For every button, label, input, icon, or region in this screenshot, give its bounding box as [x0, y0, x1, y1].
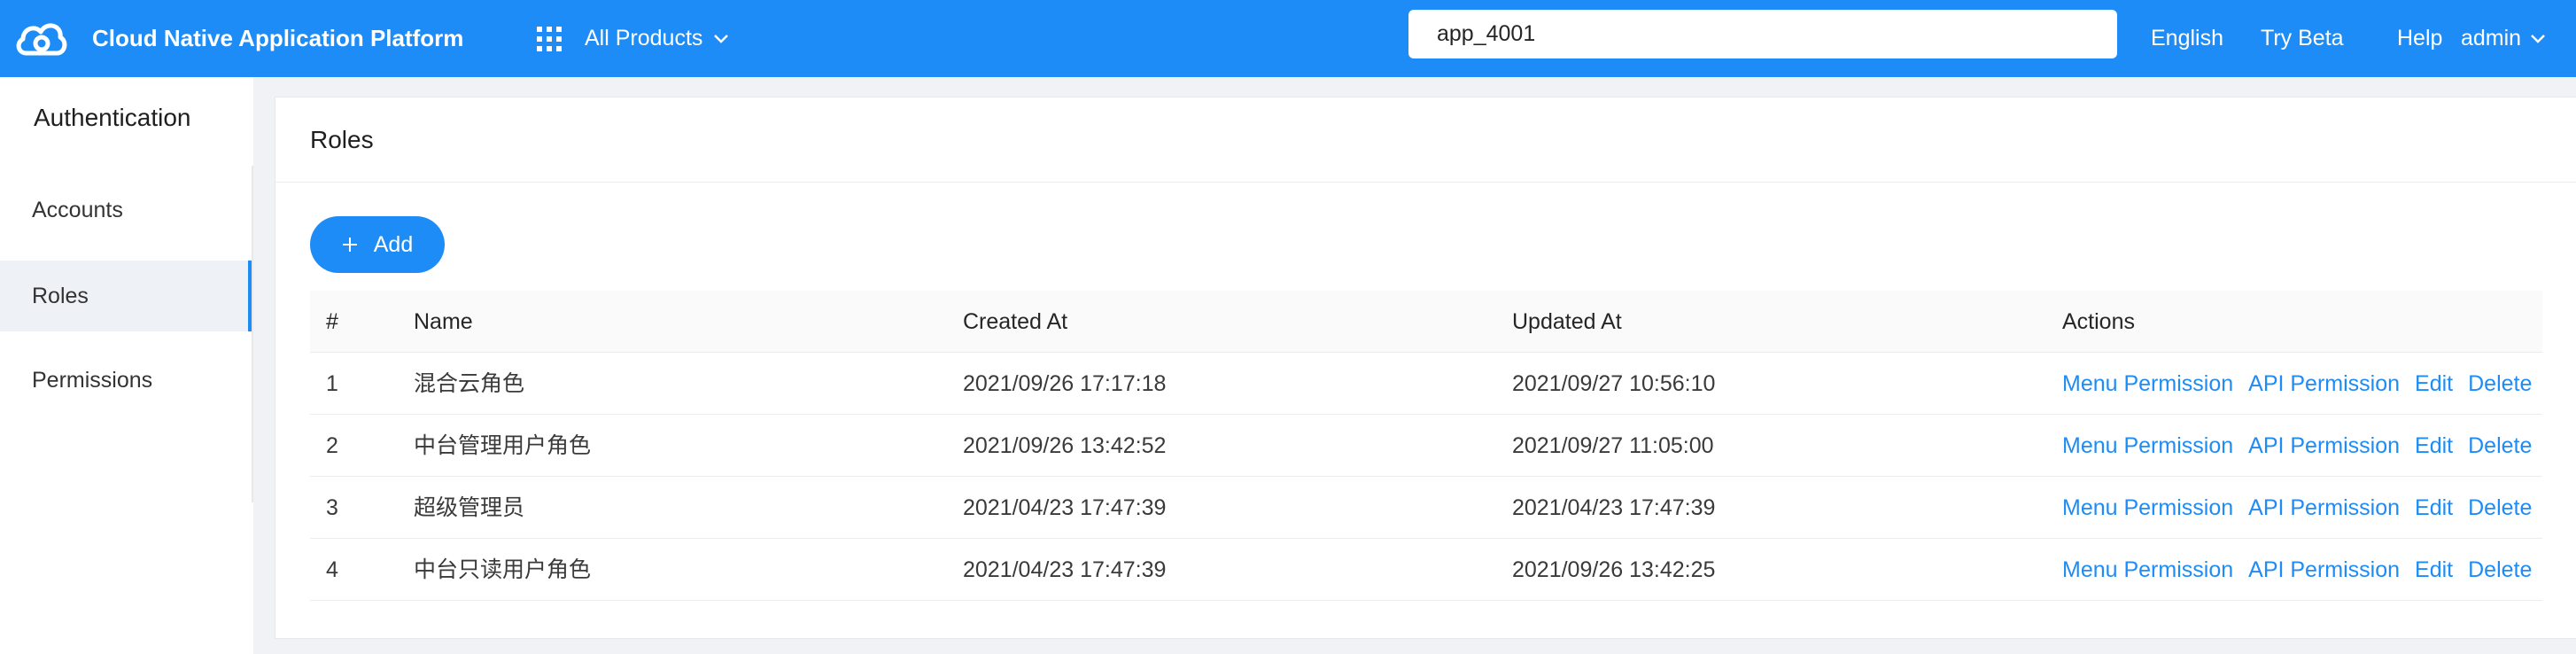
row-index: 2 — [326, 433, 338, 458]
sidebar-item-permissions[interactable]: Permissions — [0, 345, 253, 416]
updated-at: 2021/04/23 17:47:39 — [1512, 495, 1716, 520]
menu-permission-link[interactable]: Menu Permission — [2062, 557, 2233, 582]
role-name: 中台只读用户角色 — [414, 557, 592, 582]
column-header-created-at: Created At — [963, 309, 1068, 334]
row-actions: Menu Permission API Permission Edit Delete — [2062, 415, 2547, 477]
app-title[interactable]: Cloud Native Application Platform — [92, 0, 463, 77]
search-input[interactable] — [1408, 10, 2117, 58]
updated-at: 2021/09/27 11:05:00 — [1512, 433, 1714, 458]
menu-permission-link[interactable]: Menu Permission — [2062, 433, 2233, 458]
updated-at: 2021/09/26 13:42:25 — [1512, 557, 1716, 582]
column-header-actions: Actions — [2062, 309, 2135, 334]
all-products-label: All Products — [585, 26, 703, 51]
role-name: 中台管理用户角色 — [414, 433, 592, 458]
row-actions: Menu Permission API Permission Edit Delete — [2062, 477, 2547, 539]
sidebar-item-roles[interactable]: Roles — [0, 261, 253, 331]
chevron-down-icon — [2531, 34, 2545, 43]
row-index: 3 — [326, 495, 338, 520]
delete-link[interactable]: Delete — [2468, 495, 2532, 520]
grid-icon — [537, 26, 562, 51]
table-row: 2 中台管理用户角色 2021/09/26 13:42:52 2021/09/2… — [310, 415, 2542, 477]
api-permission-link[interactable]: API Permission — [2248, 557, 2400, 582]
api-permission-link[interactable]: API Permission — [2248, 433, 2400, 458]
api-permission-link[interactable]: API Permission — [2248, 495, 2400, 520]
sidebar: Authentication Accounts Roles Permission… — [0, 77, 253, 654]
language-link[interactable]: English — [2151, 0, 2223, 77]
sidebar-title: Authentication — [34, 104, 191, 131]
table-row: 3 超级管理员 2021/04/23 17:47:39 2021/04/23 1… — [310, 477, 2542, 539]
delete-link[interactable]: Delete — [2468, 433, 2532, 458]
roles-table: # Name Created At Updated At Actions 1 混… — [310, 291, 2542, 601]
row-actions: Menu Permission API Permission Edit Delete — [2062, 539, 2547, 601]
add-role-button[interactable]: Add — [310, 216, 445, 273]
column-header-name: Name — [414, 309, 473, 334]
role-name: 混合云角色 — [414, 371, 525, 396]
column-header-updated-at: Updated At — [1512, 309, 1622, 334]
created-at: 2021/09/26 17:17:18 — [963, 371, 1167, 396]
add-button-label: Add — [373, 231, 414, 257]
edit-link[interactable]: Edit — [2415, 557, 2453, 582]
edit-link[interactable]: Edit — [2415, 371, 2453, 396]
top-header: Cloud Native Application Platform All Pr… — [0, 0, 2576, 77]
table-row: 4 中台只读用户角色 2021/04/23 17:47:39 2021/09/2… — [310, 539, 2542, 601]
row-actions: Menu Permission API Permission Edit Delete — [2062, 353, 2547, 415]
sidebar-item-accounts[interactable]: Accounts — [0, 175, 253, 245]
all-products-menu[interactable]: All Products — [537, 0, 729, 77]
page-title: Roles — [310, 126, 374, 153]
user-name: admin — [2461, 26, 2522, 51]
card-header: Roles — [275, 97, 2576, 183]
row-index: 4 — [326, 557, 338, 582]
edit-link[interactable]: Edit — [2415, 433, 2453, 458]
table-header: # Name Created At Updated At Actions — [310, 291, 2542, 353]
menu-permission-link[interactable]: Menu Permission — [2062, 371, 2233, 396]
edit-link[interactable]: Edit — [2415, 495, 2453, 520]
help-link[interactable]: Help — [2397, 0, 2442, 77]
chevron-down-icon — [714, 34, 729, 43]
created-at: 2021/04/23 17:47:39 — [963, 495, 1167, 520]
roles-card: Roles Add # Name Created At Updated At A… — [275, 97, 2576, 639]
delete-link[interactable]: Delete — [2468, 371, 2532, 396]
api-permission-link[interactable]: API Permission — [2248, 371, 2400, 396]
sidebar-divider — [252, 166, 253, 502]
column-header-index: # — [326, 309, 338, 334]
row-index: 1 — [326, 371, 338, 396]
created-at: 2021/09/26 13:42:52 — [963, 433, 1167, 458]
try-beta-link[interactable]: Try Beta — [2261, 0, 2344, 77]
user-menu[interactable]: admin — [2461, 0, 2546, 77]
created-at: 2021/04/23 17:47:39 — [963, 557, 1167, 582]
plus-icon — [342, 237, 357, 252]
role-name: 超级管理员 — [414, 495, 525, 520]
table-row: 1 混合云角色 2021/09/26 17:17:18 2021/09/27 1… — [310, 353, 2542, 415]
menu-permission-link[interactable]: Menu Permission — [2062, 495, 2233, 520]
updated-at: 2021/09/27 10:56:10 — [1512, 371, 1716, 396]
cloud-logo-icon[interactable] — [14, 14, 67, 64]
delete-link[interactable]: Delete — [2468, 557, 2532, 582]
